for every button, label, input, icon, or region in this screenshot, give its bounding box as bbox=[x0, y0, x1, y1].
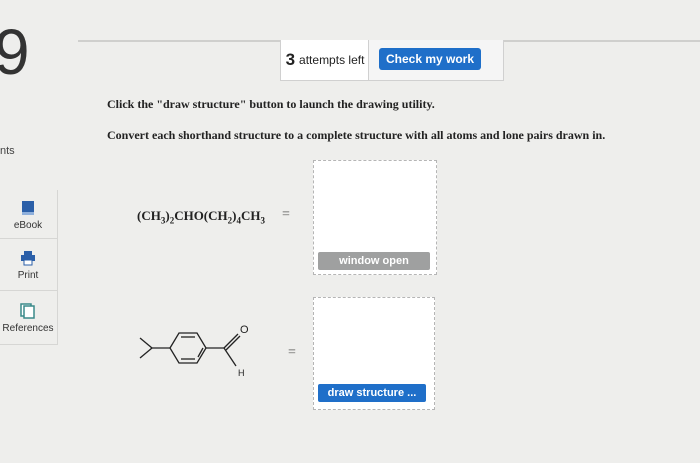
sidebar-item-label: References bbox=[2, 323, 54, 334]
attempts-count: 3 bbox=[285, 50, 296, 69]
hydrogen-label: H bbox=[238, 368, 245, 378]
sidebar-separator bbox=[0, 344, 57, 345]
sidebar-item-label: eBook bbox=[13, 220, 43, 231]
attempts-text: attempts left bbox=[299, 53, 365, 67]
check-work-container: Check my work bbox=[368, 40, 504, 81]
documents-icon bbox=[20, 303, 35, 319]
sidebar-separator bbox=[0, 238, 57, 239]
sidebar-separator bbox=[0, 290, 57, 291]
check-my-work-button[interactable]: Check my work bbox=[379, 48, 481, 70]
points-label: nts bbox=[0, 145, 15, 157]
equals-sign: = bbox=[288, 345, 296, 360]
sidebar-item-references[interactable]: References bbox=[0, 303, 56, 334]
instruction-line-2: Convert each shorthand structure to a co… bbox=[107, 128, 606, 142]
instruction-line-1: Click the "draw structure" button to lau… bbox=[107, 97, 435, 111]
question-number: 9 bbox=[0, 16, 30, 88]
draw-structure-button[interactable]: draw structure ... bbox=[318, 384, 426, 402]
shorthand-formula: (CH3)2CHO(CH2)4CH3 bbox=[137, 208, 265, 226]
skeletal-structure: O H bbox=[139, 324, 249, 378]
window-open-button[interactable]: window open bbox=[318, 252, 430, 270]
sidebar-item-label: Print bbox=[17, 270, 39, 281]
attempts-left: 3 attempts left bbox=[280, 40, 370, 81]
oxygen-label: O bbox=[240, 324, 249, 336]
sidebar-item-print[interactable]: Print bbox=[0, 250, 56, 281]
book-icon bbox=[22, 201, 34, 215]
equals-sign: = bbox=[282, 207, 290, 222]
printer-icon bbox=[21, 251, 35, 266]
sidebar-divider-vertical bbox=[57, 190, 58, 345]
sidebar-item-ebook[interactable]: eBook bbox=[0, 200, 56, 231]
